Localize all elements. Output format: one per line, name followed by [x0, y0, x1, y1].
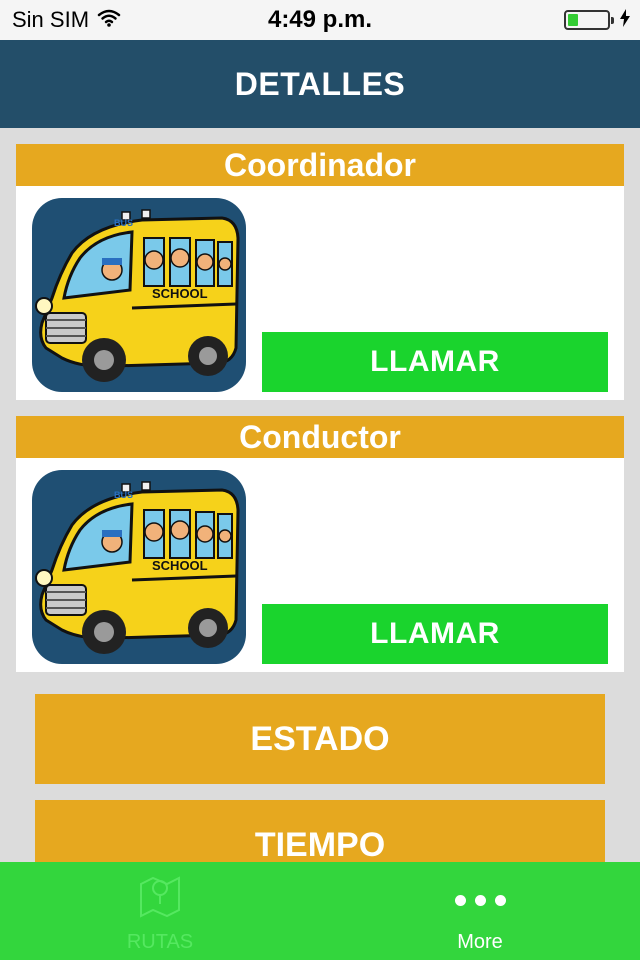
bus-sign-text: SCHOOL: [152, 558, 208, 573]
tab-rutas-label: RUTAS: [126, 931, 194, 953]
status-left: Sin SIM: [12, 7, 121, 33]
carrier-label: Sin SIM: [12, 7, 90, 32]
status-right: [564, 8, 630, 32]
coordinator-card: Coordinador SCHOOL BUS LLAMAR: [16, 144, 624, 400]
page-title: DETALLES: [234, 65, 406, 102]
wifi-icon: [97, 7, 121, 33]
school-bus-icon: SCHOOL BUS: [32, 198, 246, 392]
charging-bolt-icon: [620, 8, 630, 32]
driver-card: Conductor SCHOOL BUS LLAMAR: [16, 416, 624, 672]
more-dots-icon: [454, 875, 506, 925]
tab-more[interactable]: More: [320, 862, 640, 960]
driver-call-button[interactable]: LLAMAR: [262, 604, 608, 664]
battery-level: [568, 14, 578, 26]
driver-header: Conductor: [16, 416, 624, 458]
map-pin-icon: [135, 870, 185, 925]
estado-button[interactable]: ESTADO: [35, 694, 605, 784]
coordinator-header: Coordinador: [16, 144, 624, 186]
coordinator-call-button[interactable]: LLAMAR: [262, 332, 608, 392]
tab-more-label: More: [457, 931, 503, 953]
school-bus-icon: SCHOOL BUS: [32, 470, 246, 664]
bus-sign-text: SCHOOL: [152, 286, 208, 301]
coordinator-body: SCHOOL BUS LLAMAR: [16, 186, 624, 400]
nav-bar: DETALLES: [0, 40, 640, 128]
driver-body: SCHOOL BUS LLAMAR: [16, 458, 624, 672]
battery-icon: [564, 10, 614, 30]
tab-bar: RUTAS More: [0, 862, 640, 960]
status-bar: Sin SIM 4:49 p.m.: [0, 0, 640, 40]
tab-rutas[interactable]: RUTAS: [0, 862, 320, 960]
bus-roof-text: BUS: [114, 490, 133, 500]
bus-roof-text: BUS: [114, 218, 133, 228]
